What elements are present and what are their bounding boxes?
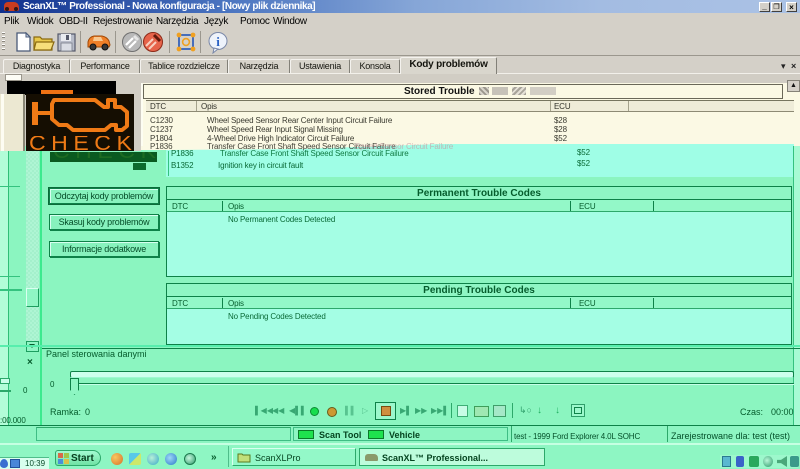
svg-text:i: i xyxy=(216,34,220,49)
